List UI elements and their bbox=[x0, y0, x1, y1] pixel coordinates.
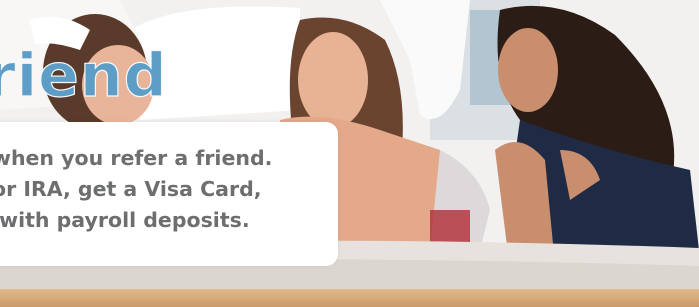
promo-line-2: or IRA, get a Visa Card, bbox=[0, 177, 262, 201]
photo-girl2-face bbox=[298, 32, 368, 128]
promo-line-1: when you refer a friend. bbox=[0, 146, 273, 170]
photo-girl3-face bbox=[498, 28, 558, 112]
promo-banner[interactable]: riend when you refer a friend. or IRA, g… bbox=[0, 0, 699, 307]
banner-headline: riend bbox=[0, 40, 168, 111]
promo-text: when you refer a friend. or IRA, get a V… bbox=[0, 143, 322, 236]
promo-line-3: with payroll deposits. bbox=[0, 208, 250, 232]
photo-floor bbox=[0, 289, 699, 307]
